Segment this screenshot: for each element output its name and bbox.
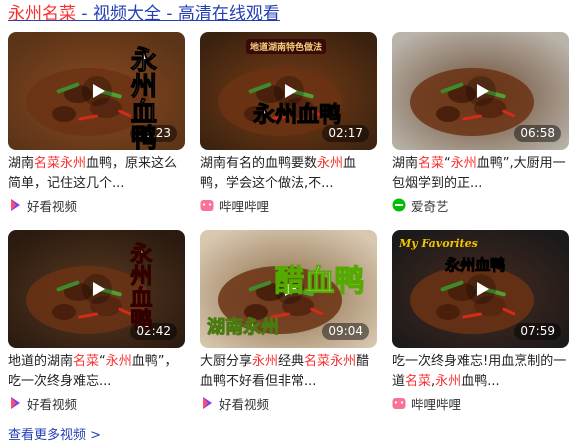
source-name: 好看视频 bbox=[27, 396, 78, 412]
title-text: 大厨分享 bbox=[200, 354, 253, 369]
haokan-icon bbox=[200, 396, 214, 410]
video-duration: 06:58 bbox=[514, 125, 561, 142]
video-duration: 02:42 bbox=[130, 323, 177, 340]
result-title-link[interactable]: 永州名菜 - 视频大全 - 高清在线观看 bbox=[8, 3, 280, 25]
video-card[interactable]: 03:23 永州血鸭 湖南名菜永州血鸭，原来这么简单，记住这几个... 好看视频 bbox=[8, 32, 185, 218]
title-keyword: 永州 bbox=[60, 156, 87, 171]
video-title-link[interactable]: 大厨分享永州经典名菜永州醋血鸭不好看但非常... bbox=[200, 352, 377, 392]
title-keyword: 永州 bbox=[105, 354, 132, 369]
play-icon[interactable] bbox=[81, 76, 112, 106]
video-card[interactable]: 02:17 地道湖南特色做法 永州血鸭 湖南有名的血鸭要数永州血鸭，学会这个做法,不.… bbox=[200, 32, 377, 218]
video-thumbnail[interactable]: 09:04 湖南永州 醋血鸭 bbox=[200, 230, 377, 348]
play-icon[interactable] bbox=[465, 274, 496, 304]
title-keyword: 永州 bbox=[330, 354, 357, 369]
title-keyword: 名菜 bbox=[418, 156, 445, 171]
video-thumbnail[interactable]: 03:23 永州血鸭 bbox=[8, 32, 185, 150]
title-keyword: 名菜 bbox=[405, 374, 432, 389]
haokan-icon bbox=[8, 198, 22, 212]
title-keyword: 名菜 bbox=[304, 354, 331, 369]
video-card[interactable]: 07:59 My Favorites 永州血鸭 吃一次终身难忘!用血烹制的一道名菜,永… bbox=[392, 230, 569, 416]
video-title-link[interactable]: 湖南名菜永州血鸭，原来这么简单，记住这几个... bbox=[8, 154, 185, 194]
title-keyword: 永州 bbox=[450, 156, 477, 171]
title-highlight: 永州名菜 bbox=[8, 4, 76, 24]
video-source[interactable]: 好看视频 bbox=[8, 394, 185, 412]
video-duration: 02:17 bbox=[322, 125, 369, 142]
title-text: 经典 bbox=[278, 354, 305, 369]
title-text: 湖南 bbox=[8, 156, 35, 171]
title-text: 血鸭... bbox=[461, 374, 500, 389]
video-source[interactable]: 好看视频 bbox=[200, 394, 377, 412]
title-keyword: 永州 bbox=[252, 354, 279, 369]
title-keyword: 名菜 bbox=[73, 354, 100, 369]
source-name: 好看视频 bbox=[27, 198, 78, 214]
video-title-link[interactable]: 湖南有名的血鸭要数永州血鸭，学会这个做法,不... bbox=[200, 154, 377, 194]
source-name: 哔哩哔哩 bbox=[411, 396, 462, 412]
title-text: “ bbox=[444, 156, 451, 171]
video-source[interactable]: 哔哩哔哩 bbox=[200, 196, 377, 214]
play-icon[interactable] bbox=[81, 274, 112, 304]
title-text: 地道的湖南 bbox=[8, 354, 74, 369]
video-duration: 07:59 bbox=[514, 323, 561, 340]
play-icon[interactable] bbox=[465, 76, 496, 106]
video-duration: 03:23 bbox=[130, 125, 177, 142]
iqiyi-icon bbox=[392, 198, 406, 212]
video-thumbnail[interactable]: 02:42 永州血鸭 bbox=[8, 230, 185, 348]
video-title-link[interactable]: 地道的湖南名菜“永州血鸭”，吃一次终身难忘... bbox=[8, 352, 185, 392]
source-name: 哔哩哔哩 bbox=[219, 198, 270, 214]
haokan-icon bbox=[8, 396, 22, 410]
video-source[interactable]: 哔哩哔哩 bbox=[392, 394, 569, 412]
video-duration: 09:04 bbox=[322, 323, 369, 340]
title-text: “ bbox=[99, 354, 106, 369]
video-thumbnail[interactable]: 02:17 地道湖南特色做法 永州血鸭 bbox=[200, 32, 377, 150]
video-title-link[interactable]: 吃一次终身难忘!用血烹制的一道名菜,永州血鸭... bbox=[392, 352, 569, 392]
source-name: 爱奇艺 bbox=[411, 198, 449, 214]
title-text: 湖南有名的血鸭要数 bbox=[200, 156, 318, 171]
video-thumbnail[interactable]: 06:58 bbox=[392, 32, 569, 150]
play-icon[interactable] bbox=[273, 274, 304, 304]
video-card[interactable]: 06:58 湖南名菜“永州血鸭”,大厨用一包烟学到的正... 爱奇艺 bbox=[392, 32, 569, 218]
source-name: 好看视频 bbox=[219, 396, 270, 412]
bilibili-icon bbox=[392, 396, 406, 410]
video-card[interactable]: 09:04 湖南永州 醋血鸭 大厨分享永州经典名菜永州醋血鸭不好看但非常... 好看视频 bbox=[200, 230, 377, 416]
title-keyword: 名菜 bbox=[34, 156, 61, 171]
video-grid: 03:23 永州血鸭 湖南名菜永州血鸭，原来这么简单，记住这几个... 好看视频 02… bbox=[8, 32, 569, 416]
video-title-link[interactable]: 湖南名菜“永州血鸭”,大厨用一包烟学到的正... bbox=[392, 154, 569, 194]
title-keyword: 永州 bbox=[317, 156, 344, 171]
video-source[interactable]: 爱奇艺 bbox=[392, 196, 569, 214]
bilibili-icon bbox=[200, 198, 214, 212]
play-icon[interactable] bbox=[273, 76, 304, 106]
title-rest: - 视频大全 - 高清在线观看 bbox=[76, 4, 280, 24]
title-keyword: 永州 bbox=[435, 374, 462, 389]
title-text: 湖南 bbox=[392, 156, 419, 171]
video-card[interactable]: 02:42 永州血鸭 地道的湖南名菜“永州血鸭”，吃一次终身难忘... 好看视频 bbox=[8, 230, 185, 416]
video-source[interactable]: 好看视频 bbox=[8, 196, 185, 214]
video-thumbnail[interactable]: 07:59 My Favorites 永州血鸭 bbox=[392, 230, 569, 348]
more-videos-link[interactable]: 查看更多视频 > bbox=[8, 424, 101, 443]
